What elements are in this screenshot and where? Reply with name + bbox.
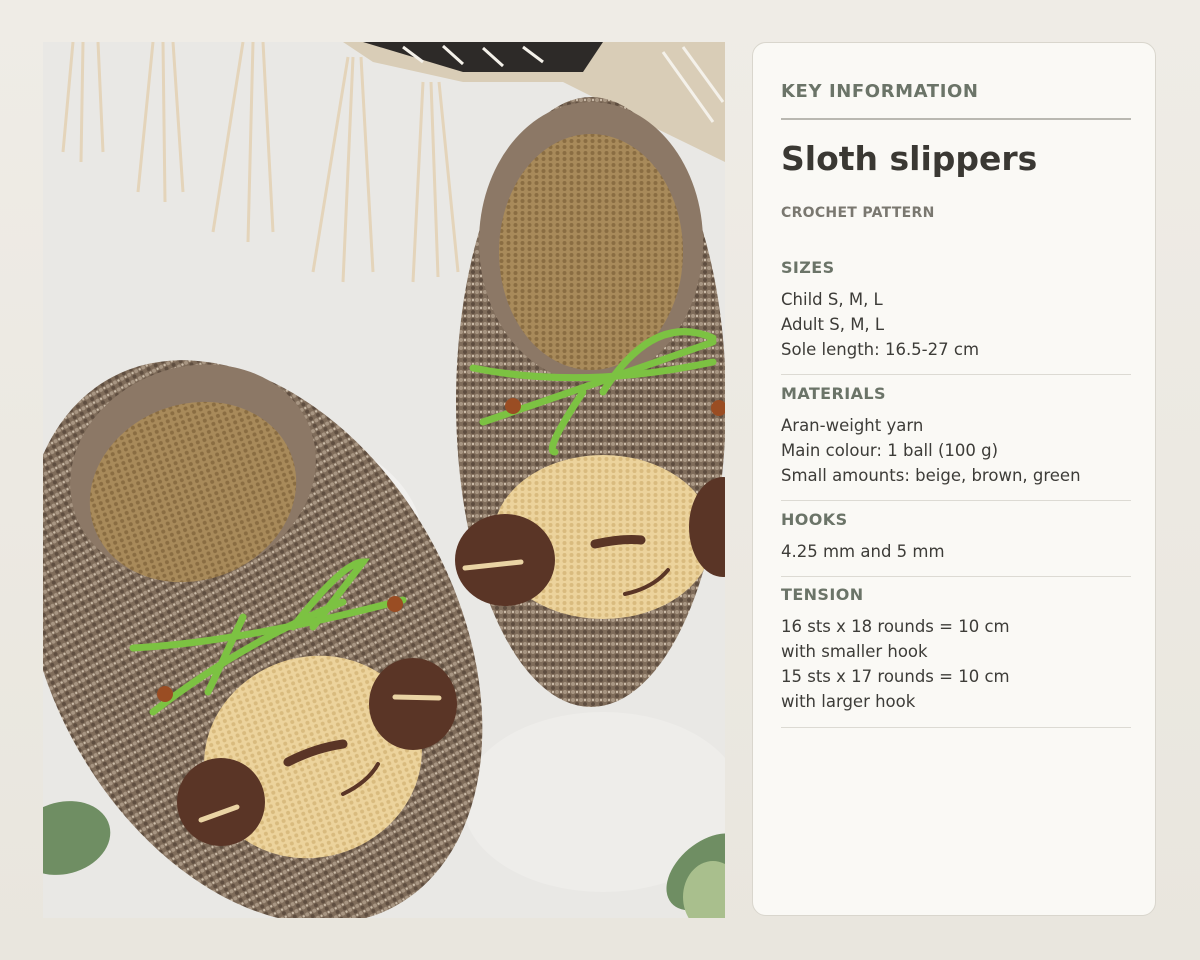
section-sizes: SIZES Child S, M, L Adult S, M, L Sole l… <box>781 258 1131 362</box>
section-tension: TENSION 16 sts x 18 rounds = 10 cm with … <box>781 585 1131 714</box>
section-heading: MATERIALS <box>781 384 886 403</box>
key-information-card: KEY INFORMATION Sloth slippers CROCHET P… <box>752 42 1156 916</box>
section-materials: MATERIALS Aran-weight yarn Main colour: … <box>781 384 1131 488</box>
section-line: with smaller hook <box>781 642 928 661</box>
section-line: Main colour: 1 ball (100 g) <box>781 441 999 460</box>
product-photo <box>43 42 725 918</box>
section-line: with larger hook <box>781 692 916 711</box>
section-line: 4.25 mm and 5 mm <box>781 542 945 561</box>
section-divider <box>781 727 1131 728</box>
section-divider <box>781 576 1131 577</box>
sloth-slippers-illustration <box>43 42 725 918</box>
section-line: Adult S, M, L <box>781 315 885 334</box>
section-divider <box>781 374 1131 375</box>
section-line: 15 sts x 17 rounds = 10 cm <box>781 667 1010 686</box>
pattern-subtitle: CROCHET PATTERN <box>781 205 935 221</box>
section-heading: SIZES <box>781 258 835 277</box>
right-slipper <box>455 97 725 707</box>
section-heading: HOOKS <box>781 510 848 529</box>
card-kicker: KEY INFORMATION <box>781 81 979 102</box>
section-line: Sole length: 16.5-27 cm <box>781 340 980 359</box>
section-heading: TENSION <box>781 585 864 604</box>
section-line: Aran-weight yarn <box>781 416 924 435</box>
section-line: Small amounts: beige, brown, green <box>781 466 1081 485</box>
section-line: Child S, M, L <box>781 290 883 309</box>
pattern-title: Sloth slippers <box>781 139 1038 178</box>
section-hooks: HOOKS 4.25 mm and 5 mm <box>781 510 1131 564</box>
section-divider <box>781 500 1131 501</box>
kicker-divider <box>781 118 1131 120</box>
section-line: 16 sts x 18 rounds = 10 cm <box>781 617 1010 636</box>
